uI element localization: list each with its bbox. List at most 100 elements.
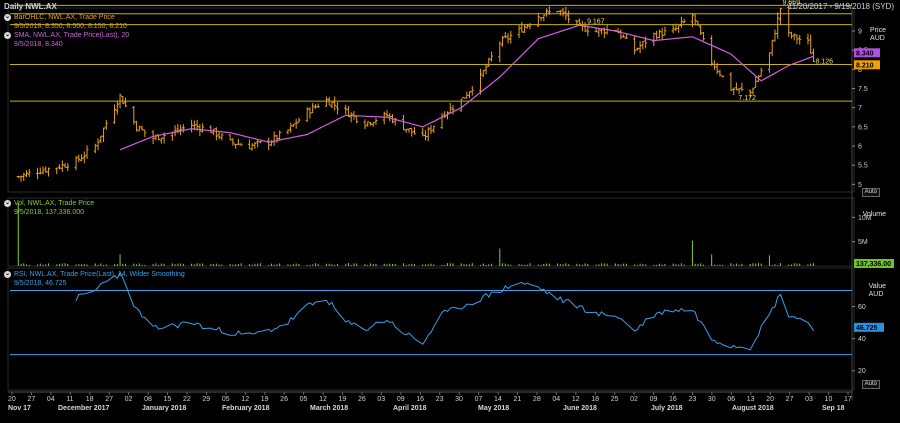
x-tick-label: 25 (611, 396, 619, 403)
x-tick-label: 02 (630, 396, 638, 403)
x-tick-label: 22 (183, 396, 191, 403)
x-tick-label: 10 (825, 396, 833, 403)
x-tick-label: 09 (650, 396, 658, 403)
price-y-tick-label: 5.5 (858, 163, 868, 170)
volume-y-tick-label: 5M (858, 239, 868, 246)
legend-sma-values: 9/5/2018, 8.340 (14, 41, 63, 48)
x-tick-label: 27 (27, 396, 35, 403)
x-month-label: December 2017 (58, 405, 109, 412)
legend-toggle-icon[interactable]: ⌄ (4, 14, 11, 21)
x-tick-label: 30 (708, 396, 716, 403)
x-month-label: May 2018 (478, 405, 509, 412)
legend-vol-name: Vol, NWL.AX, Trade Price (14, 200, 95, 207)
x-tick-label: 13 (747, 396, 755, 403)
price-auto-scale-button[interactable]: Auto (861, 188, 880, 197)
x-tick-label: 12 (319, 396, 327, 403)
x-tick-label: 17 (844, 396, 852, 403)
volume-axis-unit: Volume (863, 211, 886, 219)
price-unit-line2: AUD (870, 35, 885, 42)
x-tick-label: 20 (8, 396, 16, 403)
rsi-unit-line1: Value (868, 283, 886, 290)
x-month-label: January 2018 (142, 405, 186, 412)
grid-layer (7, 7, 855, 400)
x-tick-label: 03 (377, 396, 385, 403)
legend-bar-values: 9/5/2018, 8.350, 8.500, 8.150, 8.210 (14, 23, 127, 30)
x-tick-label: 08 (144, 396, 152, 403)
price-panel: 55.566.577.588.599.6699.1678.1267.1728.3… (10, 0, 880, 189)
volume-legend: ⌄ Vol, NWL.AX, Trade Price 9/5/2018, 137,… (4, 199, 94, 217)
x-tick-label: 02 (125, 396, 133, 403)
legend-rsi-name: RSI, NWL.AX, Trade Price(Last), 14, Wild… (14, 271, 185, 278)
x-tick-label: 27 (786, 396, 794, 403)
price-annotation: 7.172 (738, 95, 756, 102)
legend-toggle-icon[interactable]: ⌄ (4, 200, 11, 207)
x-tick-label: 29 (202, 396, 210, 403)
last-value-tag-label: 8.210 (856, 62, 874, 69)
rsi-legend: ⌄ RSI, NWL.AX, Trade Price(Last), 14, Wil… (4, 270, 185, 288)
rsi-y-tick-label: 60 (858, 304, 866, 311)
x-tick-label: 09 (397, 396, 405, 403)
x-tick-label: 30 (455, 396, 463, 403)
rsi-last-tag-label: 46.725 (856, 325, 878, 332)
x-month-label: Sep 18 (822, 405, 845, 412)
date-range: 11/20/2017 - 9/19/2018 (SYD) (787, 2, 894, 11)
price-y-tick-label: 6.5 (858, 124, 868, 131)
x-tick-label: 18 (86, 396, 94, 403)
x-tick-label: 07 (475, 396, 483, 403)
rsi-axis-unit: Value AUD (869, 283, 886, 299)
legend-vol-values: 9/5/2018, 137,336.000 (14, 209, 85, 216)
price-annotation: 9.167 (587, 19, 605, 26)
rsi-unit-line2: AUD (868, 291, 884, 298)
x-month-label: April 2018 (393, 405, 427, 412)
x-tick-label: 04 (47, 396, 55, 403)
volume-panel: 5M10M137,336.00 (17, 202, 894, 268)
x-month-label: August 2018 (732, 405, 774, 412)
rsi-y-tick-label: 40 (858, 336, 866, 343)
x-tick-label: 16 (669, 396, 677, 403)
chart-title: Daily NWL.AX (4, 2, 57, 11)
x-tick-label: 26 (358, 396, 366, 403)
x-month-label: March 2018 (310, 405, 348, 412)
x-tick-label: 16 (416, 396, 424, 403)
legend-toggle-icon[interactable]: ⌄ (4, 32, 11, 39)
panel-frame (7, 197, 855, 267)
axis-layer: 20 27 04 11 18 27 02 08 15 22 29 05 12 19 26 05 12 19 26 03… (8, 391, 852, 412)
price-y-tick-label: 7 (858, 105, 862, 112)
x-tick-label: 06 (727, 396, 735, 403)
x-tick-label: 23 (436, 396, 444, 403)
rsi-auto-scale-button[interactable]: Auto (861, 380, 880, 389)
x-tick-label: 03 (805, 396, 813, 403)
x-month-label: Nov 17 (8, 405, 31, 412)
x-tick-label: 27 (105, 396, 113, 403)
price-axis-unit: Price AUD (870, 27, 886, 43)
x-tick-label: 19 (339, 396, 347, 403)
price-y-tick-label: 9 (858, 29, 862, 36)
price-annotation: 8.126 (815, 59, 833, 66)
volume-last-tag-label: 137,336.00 (856, 261, 891, 268)
x-tick-label: 15 (164, 396, 172, 403)
x-month-label: July 2018 (651, 405, 683, 412)
rsi-y-tick-label: 20 (858, 368, 866, 375)
x-tick-label: 14 (494, 396, 502, 403)
x-tick-label: 04 (552, 396, 560, 403)
legend-rsi-values: 9/5/2018, 46.725 (14, 280, 67, 287)
x-tick-label: 05 (222, 396, 230, 403)
sma-line (119, 24, 814, 151)
price-legend: ⌄ BarOHLC, NWL.AX, Trade Price 9/5/2018, … (4, 13, 129, 49)
legend-sma-name: SMA, NWL.AX, Trade Price(Last), 20 (14, 32, 130, 39)
x-month-label: June 2018 (563, 405, 597, 412)
x-tick-label: 21 (513, 396, 521, 403)
legend-toggle-icon[interactable]: ⌄ (4, 271, 11, 278)
x-tick-label: 26 (280, 396, 288, 403)
x-tick-label: 12 (572, 396, 580, 403)
price-y-tick-label: 7.5 (858, 86, 868, 93)
last-value-tag-label: 8.340 (856, 50, 874, 57)
x-tick-label: 12 (241, 396, 249, 403)
x-tick-label: 20 (766, 396, 774, 403)
x-tick-label: 28 (533, 396, 541, 403)
price-unit-line1: Price (870, 27, 886, 34)
x-tick-label: 19 (261, 396, 269, 403)
chart-canvas: 55.566.577.588.599.6699.1678.1267.1728.3… (7, 0, 894, 412)
volume-unit-line1: Volume (862, 211, 886, 218)
x-tick-label: 11 (66, 396, 73, 403)
